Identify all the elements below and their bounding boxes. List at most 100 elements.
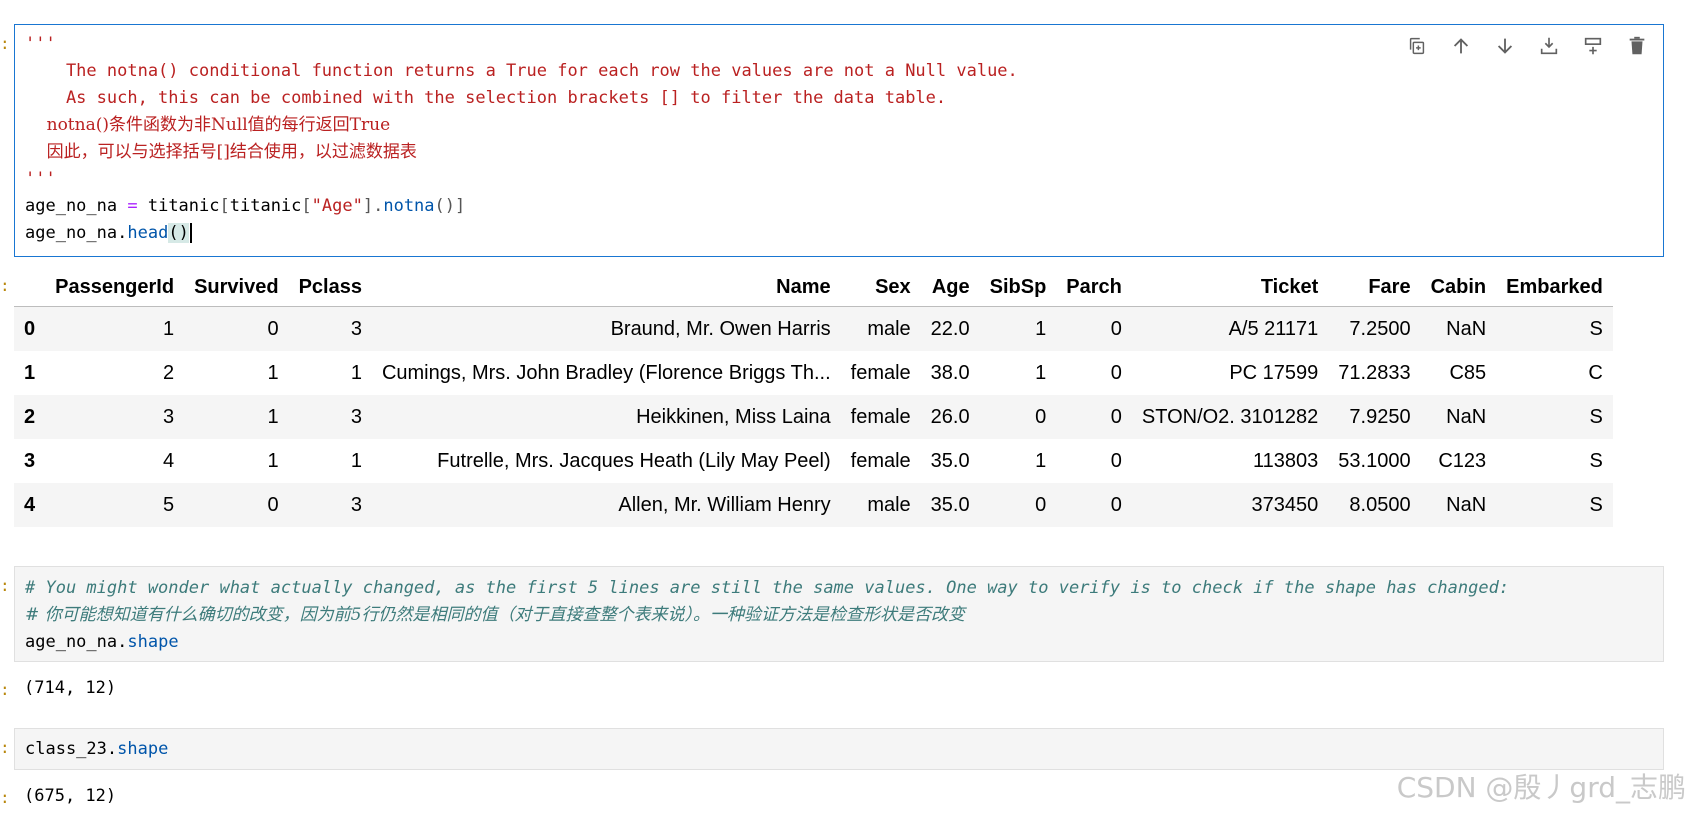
arrow-up-icon[interactable] [1449, 33, 1473, 59]
arrow-down-icon[interactable] [1493, 33, 1517, 59]
table-cell: Cumings, Mrs. John Bradley (Florence Bri… [381, 361, 831, 384]
row-index: 4 [24, 493, 36, 516]
delete-icon[interactable] [1625, 33, 1649, 59]
table-cell: 3 [350, 405, 362, 428]
dataframe-table: PassengerId Survived Pclass Name Sex Age… [14, 268, 1613, 527]
code-token: () [168, 223, 189, 243]
code-editor[interactable]: ''' The notna() conditional function ret… [25, 31, 1018, 247]
table-header-row: PassengerId Survived Pclass Name Sex Age… [14, 268, 1613, 307]
table-cell: 1 [1035, 449, 1047, 472]
table-cell: C85 [1449, 361, 1487, 384]
table-cell: Allen, Mr. William Henry [618, 493, 831, 516]
table-cell: 1 [350, 449, 362, 472]
row-index: 1 [24, 361, 36, 384]
code-editor[interactable]: # You might wonder what actually changed… [25, 575, 1509, 656]
code-token: () [434, 196, 456, 216]
table-cell: Heikkinen, Miss Laina [636, 405, 831, 428]
insert-above-icon[interactable] [1537, 33, 1561, 59]
code-token: titanic [137, 196, 220, 216]
table-row: 2 3 1 3 Heikkinen, Miss Laina female 26.… [14, 395, 1613, 439]
code-cell[interactable]: # You might wonder what actually changed… [14, 566, 1664, 662]
table-cell: 7.2500 [1349, 317, 1411, 340]
table-cell: 5 [162, 493, 175, 516]
docstring-line: notna()条件函数为非Null值的每行返回True [25, 115, 391, 135]
docstring-close: ''' [25, 169, 56, 189]
table-cell: Braund, Mr. Owen Harris [610, 317, 831, 340]
column-header: SibSp [979, 268, 1057, 307]
code-editor[interactable]: class_23.shape [25, 736, 168, 763]
shape-output: (675, 12) [24, 786, 117, 806]
table-cell: C123 [1438, 449, 1487, 472]
table-cell: 0 [1035, 493, 1047, 516]
table-cell: male [867, 493, 911, 516]
table-cell: 1 [1035, 317, 1047, 340]
table-cell: 0 [1110, 317, 1122, 340]
comment-line: # You might wonder what actually changed… [25, 578, 1510, 598]
table-cell: NaN [1446, 405, 1487, 428]
code-token: . [117, 223, 128, 243]
cell-prompt-marker: : [0, 34, 10, 53]
column-header: Embarked [1496, 268, 1613, 307]
code-cell[interactable]: class_23.shape [14, 728, 1664, 770]
table-cell: female [850, 449, 911, 472]
code-token: "Age" [311, 196, 363, 216]
table-cell: 1 [267, 361, 279, 384]
table-cell: female [850, 405, 911, 428]
column-header: Age [920, 268, 980, 307]
column-header: Parch [1056, 268, 1132, 307]
table-cell: 3 [350, 493, 362, 516]
code-token: ] [455, 196, 466, 216]
table-cell: 35.0 [930, 493, 970, 516]
code-token: shape [117, 739, 169, 759]
text-cursor [189, 223, 192, 243]
table-cell: 4 [162, 449, 175, 472]
output-prompt-marker: : [0, 788, 10, 807]
table-cell: 3 [350, 317, 362, 340]
copy-icon[interactable] [1405, 33, 1429, 59]
table-cell: 0 [267, 493, 279, 516]
row-index: 2 [24, 405, 36, 428]
table-cell: A/5 21171 [1228, 317, 1319, 340]
code-token: notna [383, 196, 435, 216]
table-row: 1 2 1 1 Cumings, Mrs. John Bradley (Flor… [14, 351, 1613, 395]
table-cell: male [867, 317, 911, 340]
docstring-line: 因此，可以与选择括号[]结合使用，以过滤数据表 [25, 142, 417, 162]
dataframe-output: PassengerId Survived Pclass Name Sex Age… [14, 268, 1624, 527]
table-cell: S [1589, 449, 1603, 472]
watermark: CSDN @殷丿grd_志鹏 [1396, 771, 1686, 804]
code-token: = [127, 196, 138, 216]
table-cell: 35.0 [930, 449, 970, 472]
table-cell: 373450 [1251, 493, 1319, 516]
shape-output: (714, 12) [24, 678, 117, 698]
table-cell: 2 [162, 361, 175, 384]
column-header: Cabin [1420, 268, 1497, 307]
comment-line: # 你可能想知道有什么确切的改变，因为前5行仍然是相同的值（对于直接查整个表来说… [25, 605, 965, 625]
row-index: 3 [24, 449, 36, 472]
column-header: Fare [1328, 268, 1421, 307]
table-cell: 0 [1035, 405, 1047, 428]
table-cell: female [850, 361, 911, 384]
output-prompt-marker: : [0, 680, 10, 699]
code-token: class_23 [25, 739, 107, 759]
table-cell: 0 [1110, 405, 1122, 428]
code-cell-active[interactable]: ''' The notna() conditional function ret… [14, 24, 1664, 257]
column-header: Survived [184, 268, 289, 307]
code-token: . [373, 196, 384, 216]
table-cell: 0 [267, 317, 279, 340]
table-cell: 53.1000 [1338, 449, 1411, 472]
table-cell: 1 [162, 317, 175, 340]
docstring-line: As such, this can be combined with the s… [25, 88, 947, 108]
table-row: 3 4 1 1 Futrelle, Mrs. Jacques Heath (Li… [14, 439, 1613, 483]
cell-prompt-marker: : [0, 738, 10, 757]
insert-below-icon[interactable] [1581, 33, 1605, 59]
code-token: . [106, 739, 118, 759]
table-cell: 26.0 [930, 405, 970, 428]
code-token: . [117, 632, 128, 652]
table-cell: 1 [350, 361, 362, 384]
table-cell: 3 [162, 405, 175, 428]
table-cell: PC 17599 [1229, 361, 1319, 384]
table-row: 0 1 0 3 Braund, Mr. Owen Harris male 22.… [14, 306, 1613, 351]
table-cell: 8.0500 [1349, 493, 1411, 516]
table-cell: 113803 [1253, 449, 1319, 472]
code-token: [ [219, 196, 230, 216]
